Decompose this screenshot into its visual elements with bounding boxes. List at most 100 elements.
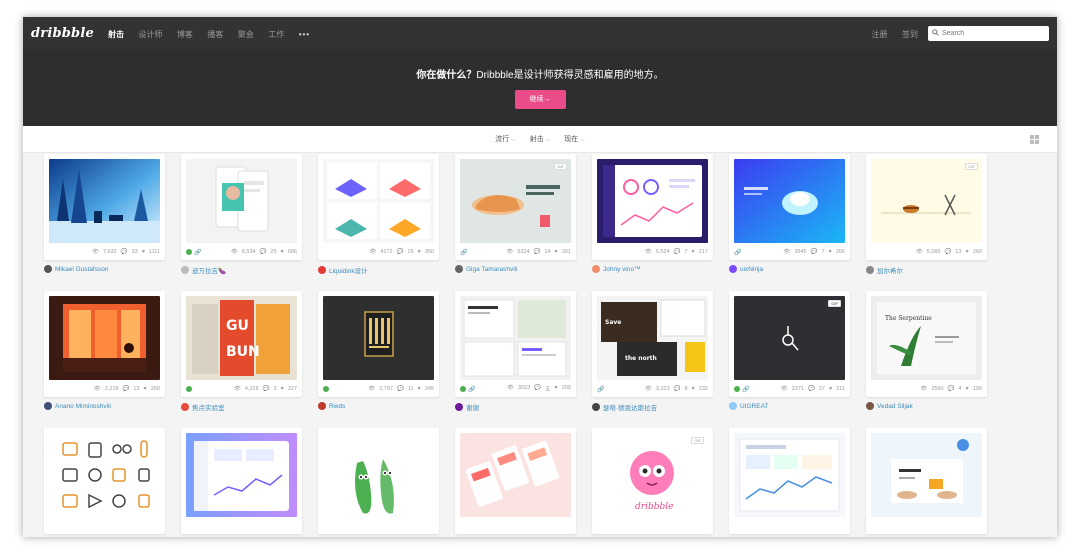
author-name[interactable]: Giga Tamarashvili: [466, 266, 518, 273]
shot-author[interactable]: Giga Tamarashvili: [455, 265, 576, 273]
link-icon[interactable]: 🔗: [742, 386, 749, 393]
nav-more-button[interactable]: •••: [299, 30, 310, 39]
nav-jobs[interactable]: 工作: [268, 30, 284, 39]
filter-popular[interactable]: 流行 ⌵: [495, 134, 516, 144]
shot-thumbnail[interactable]: dribbble GIF: [597, 433, 708, 517]
shot-card[interactable]: [455, 428, 576, 534]
shot-author[interactable]: Johny vino™: [592, 265, 713, 273]
shot-card[interactable]: GIF 🔗 👁 5324 💬 14 ♥ 301: [455, 154, 576, 260]
heart-icon[interactable]: ♥: [692, 386, 695, 392]
heart-icon[interactable]: ♥: [281, 386, 284, 392]
heart-icon[interactable]: ♥: [966, 386, 969, 392]
shot-card[interactable]: 👁 7,632 💬 33 ♥ 1111: [44, 154, 165, 260]
link-icon[interactable]: 🔗: [194, 249, 201, 256]
link-icon[interactable]: 🔗: [597, 386, 604, 393]
nav-podcast[interactable]: 播客: [207, 30, 223, 39]
shot-thumbnail[interactable]: [323, 159, 434, 243]
heart-icon[interactable]: ♥: [555, 385, 558, 393]
author-name[interactable]: 谢谢: [466, 402, 479, 412]
shot-card[interactable]: Save the north 🔗 👁 3,223 💬 8 ♥ 232: [592, 291, 713, 397]
shot-thumbnail[interactable]: [460, 433, 571, 517]
shot-author[interactable]: Rwds: [318, 402, 439, 410]
author-name[interactable]: Mikael Gustafsson: [55, 266, 108, 273]
shot-thumbnail[interactable]: GIF: [734, 296, 845, 380]
shot-thumbnail[interactable]: [597, 159, 708, 243]
shot-card[interactable]: 👁 2,218 💬 13 ♥ 250: [44, 291, 165, 397]
nav-meetups[interactable]: 聚会: [238, 30, 254, 39]
heart-icon[interactable]: ♥: [418, 249, 421, 255]
shot-card[interactable]: [181, 428, 302, 534]
shot-author[interactable]: UIGREAT: [729, 402, 850, 410]
shot-thumbnail[interactable]: [186, 159, 297, 243]
shot-author[interactable]: Anano Miminoshvili: [44, 402, 165, 410]
dribbble-logo[interactable]: dribbble: [31, 26, 94, 41]
shot-card[interactable]: dribbble GIF: [592, 428, 713, 534]
nav-shots[interactable]: 射击: [108, 30, 124, 39]
shot-thumbnail[interactable]: The Serpentine: [871, 296, 982, 380]
author-name[interactable]: UIGREAT: [740, 403, 768, 410]
shot-author[interactable]: Vedad Siljak: [866, 402, 987, 410]
author-name[interactable]: Liquidink设计: [329, 265, 368, 275]
search-input[interactable]: [942, 29, 1042, 37]
heart-icon[interactable]: ♥: [281, 249, 284, 255]
shot-card[interactable]: GIF 🔗 👁 2371 💬 27 ♥ 211: [729, 291, 850, 397]
nav-designers[interactable]: 设计师: [138, 30, 162, 39]
author-name[interactable]: Rwds: [329, 403, 345, 410]
shot-card[interactable]: 🔗 👁 3945 💬 7 ♥ 266: [729, 154, 850, 260]
author-name[interactable]: 瑟哈·德恩达斯拉吉: [603, 402, 657, 412]
shot-thumbnail[interactable]: [734, 159, 845, 243]
shot-thumbnail[interactable]: [49, 159, 160, 243]
search-box[interactable]: [928, 25, 1049, 41]
author-name[interactable]: Anano Miminoshvili: [55, 403, 111, 410]
heart-icon[interactable]: ♥: [555, 249, 558, 255]
shot-author[interactable]: Mikael Gustafsson: [44, 265, 165, 273]
link-icon[interactable]: 🔗: [468, 386, 475, 393]
filter-shots[interactable]: 射击 ⌵: [530, 134, 551, 144]
signin-link[interactable]: 签到: [902, 30, 918, 39]
link-icon[interactable]: 🔗: [734, 249, 741, 256]
link-icon[interactable]: 🔗: [460, 249, 467, 256]
author-name[interactable]: 迪万拉吉🍆: [192, 265, 226, 275]
author-name[interactable]: Vedad Siljak: [877, 403, 913, 410]
heart-icon[interactable]: ♥: [829, 249, 832, 255]
shot-card[interactable]: The Serpentine 👁 2560 💬 4 ♥ 199: [866, 291, 987, 397]
shot-thumbnail[interactable]: [186, 433, 297, 517]
shot-card[interactable]: [866, 428, 987, 534]
author-name[interactable]: 加尔希尔: [877, 265, 903, 275]
shot-thumbnail[interactable]: [734, 433, 845, 517]
shot-card[interactable]: [44, 428, 165, 534]
shot-card[interactable]: [729, 428, 850, 534]
shot-thumbnail[interactable]: Save the north: [597, 296, 708, 380]
shot-card[interactable]: GIF 👁 5,085 💬 13 ♥ 260: [866, 154, 987, 260]
author-name[interactable]: Johny vino™: [603, 266, 641, 273]
shot-card[interactable]: 🔗 👁 8,534 💬 25 ♥ 686: [181, 154, 302, 260]
shot-thumbnail[interactable]: [460, 296, 571, 380]
shot-card[interactable]: GU BUN 👁 4,226 💬 3 ♥ 227: [181, 291, 302, 397]
rebound-icon[interactable]: [734, 386, 740, 392]
author-name[interactable]: 焦点实验室: [192, 402, 225, 412]
shot-thumbnail[interactable]: GIF: [460, 159, 571, 243]
author-name[interactable]: uixNinja: [740, 266, 763, 273]
shot-author[interactable]: 谢谢: [455, 402, 576, 412]
shot-card[interactable]: [318, 428, 439, 534]
filter-now[interactable]: 现在 ⌵: [564, 134, 585, 144]
shot-author[interactable]: 焦点实验室: [181, 402, 302, 412]
signup-link[interactable]: 注册: [872, 30, 888, 39]
shot-card[interactable]: 👁 5,524 💬 7 ♥ 217: [592, 154, 713, 260]
rebound-icon[interactable]: [323, 386, 329, 392]
shot-author[interactable]: uixNinja: [729, 265, 850, 273]
shot-thumbnail[interactable]: [871, 433, 982, 517]
shot-thumbnail[interactable]: [323, 433, 434, 517]
heart-icon[interactable]: ♥: [966, 249, 969, 255]
shot-thumbnail[interactable]: GU BUN: [186, 296, 297, 380]
shot-thumbnail[interactable]: [49, 296, 160, 380]
shot-card[interactable]: 👁 2,787 💬 11 ♥ 245: [318, 291, 439, 397]
rebound-icon[interactable]: [186, 249, 192, 255]
heart-icon[interactable]: ♥: [142, 249, 145, 255]
heart-icon[interactable]: ♥: [692, 249, 695, 255]
shot-card[interactable]: 🔗 👁 3023 💬 五 ♥ 209: [455, 291, 576, 397]
heart-icon[interactable]: ♥: [144, 386, 147, 392]
shot-thumbnail[interactable]: [49, 433, 160, 517]
shot-author[interactable]: 加尔希尔: [866, 265, 987, 275]
heart-icon[interactable]: ♥: [829, 386, 832, 392]
